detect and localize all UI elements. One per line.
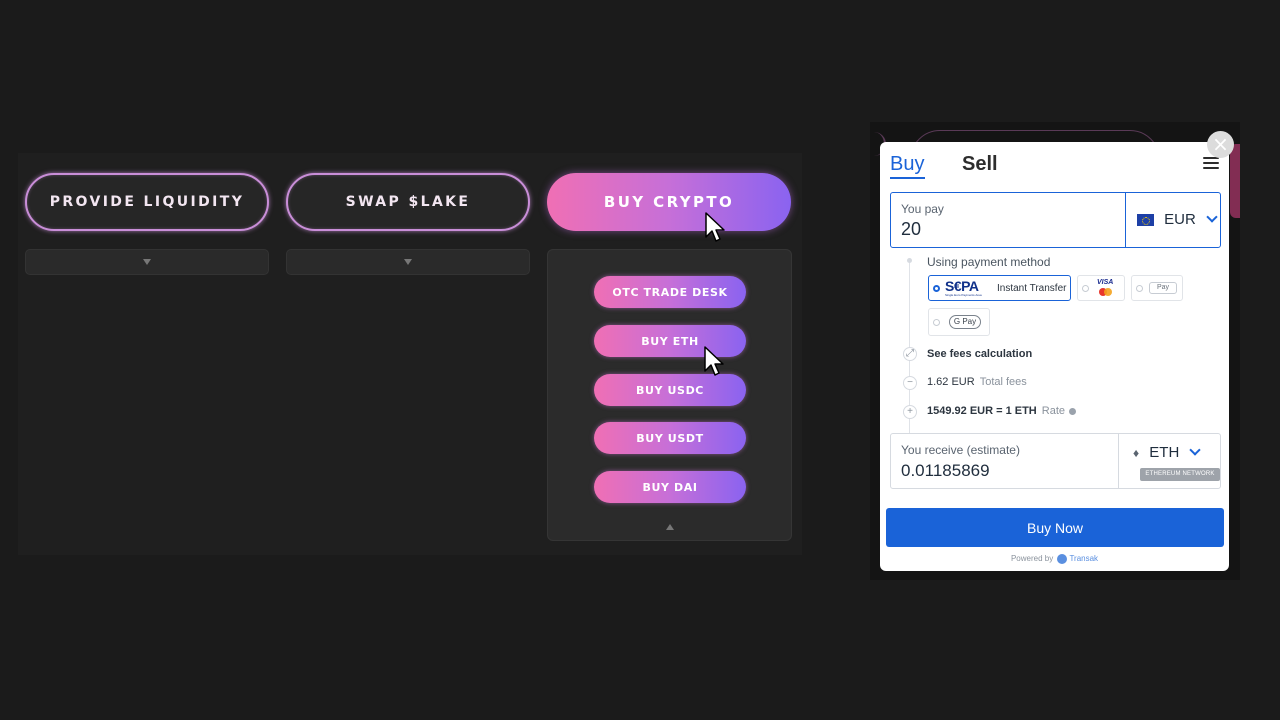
sepa-logo: S€PA bbox=[945, 278, 979, 294]
google-pay-logo: G Pay bbox=[949, 315, 981, 329]
timeline-dot bbox=[907, 258, 912, 263]
payment-option-sepa[interactable]: S€PA Single Euro Payments Area Instant T… bbox=[928, 275, 1071, 301]
provide-liquidity-expand-toggle[interactable] bbox=[25, 249, 269, 275]
provide-liquidity-button[interactable]: PROVIDE LIQUIDITY bbox=[25, 173, 269, 231]
buy-dai-button[interactable]: BUY DAI bbox=[594, 471, 746, 503]
total-fees-row: 1.62 EUR Total fees bbox=[927, 376, 1027, 388]
buy-crypto-button[interactable]: BUY CRYPTO bbox=[547, 173, 791, 231]
chevron-down-icon bbox=[1189, 444, 1202, 456]
info-icon[interactable] bbox=[1069, 407, 1077, 415]
sepa-tagline: Single Euro Payments Area bbox=[945, 293, 982, 297]
powered-by-label: Powered by bbox=[1010, 554, 1054, 564]
tab-sell[interactable]: Sell bbox=[962, 153, 998, 176]
provider-name[interactable]: Transak bbox=[1069, 554, 1098, 563]
background-decoration bbox=[1230, 144, 1240, 218]
buy-now-button[interactable]: Buy Now bbox=[886, 508, 1224, 547]
transak-widget: Buy Sell You pay 20 EUR Using payment me… bbox=[880, 142, 1229, 571]
payment-method-label: Using payment method bbox=[927, 255, 1051, 269]
instant-transfer-label: Instant Transfer bbox=[997, 283, 1067, 294]
you-receive-label: You receive (estimate) bbox=[901, 443, 1020, 457]
payment-option-google-pay[interactable]: G Pay bbox=[928, 308, 990, 336]
minus-icon: − bbox=[903, 376, 917, 390]
you-receive-value: 0.01185869 bbox=[901, 461, 990, 480]
field-divider bbox=[1125, 193, 1126, 247]
total-fees-label: Total fees bbox=[979, 376, 1027, 388]
buy-eth-button[interactable]: BUY ETH bbox=[594, 325, 746, 357]
buy-usdt-button[interactable]: BUY USDT bbox=[594, 422, 746, 454]
powered-by-footer: Powered by Transak bbox=[880, 554, 1229, 564]
swap-lake-button[interactable]: SWAP $LAKE bbox=[286, 173, 530, 231]
otc-trade-desk-button[interactable]: OTC TRADE DESK bbox=[594, 276, 746, 308]
chevron-up-icon bbox=[665, 524, 674, 530]
transak-logo-icon bbox=[1057, 554, 1068, 564]
swap-lake-expand-toggle[interactable] bbox=[286, 249, 530, 275]
chevron-down-icon bbox=[404, 259, 412, 265]
expand-icon: ⤢ bbox=[903, 347, 917, 361]
you-pay-input[interactable]: 20 bbox=[901, 219, 921, 240]
you-receive-field: You receive (estimate) 0.01185869 ♦ ETH … bbox=[890, 433, 1221, 489]
fiat-currency-select[interactable]: EUR bbox=[1137, 211, 1218, 228]
radio-unselected bbox=[1136, 285, 1143, 292]
buy-crypto-dropdown: OTC TRADE DESK BUY ETH BUY USDC BUY USDT… bbox=[547, 249, 792, 541]
buy-crypto-collapse-toggle[interactable] bbox=[548, 522, 791, 532]
crypto-currency-code: ETH bbox=[1149, 444, 1180, 461]
payment-option-apple-pay[interactable]: Pay bbox=[1131, 275, 1183, 301]
radio-selected bbox=[933, 285, 940, 292]
total-fees-value: 1.62 EUR bbox=[927, 376, 975, 388]
fiat-currency-code: EUR bbox=[1164, 211, 1196, 228]
payment-option-card[interactable]: VISA bbox=[1077, 275, 1125, 301]
radio-unselected bbox=[933, 319, 940, 326]
chevron-down-icon bbox=[143, 259, 151, 265]
menu-icon[interactable] bbox=[1203, 157, 1219, 171]
field-divider bbox=[1118, 434, 1119, 488]
buy-usdc-button[interactable]: BUY USDC bbox=[594, 374, 746, 406]
radio-unselected bbox=[1082, 285, 1089, 292]
you-pay-label: You pay bbox=[901, 202, 944, 216]
crypto-currency-select[interactable]: ♦ ETH bbox=[1133, 444, 1202, 461]
apple-pay-logo: Pay bbox=[1149, 282, 1177, 294]
network-badge: ETHEREUM NETWORK bbox=[1140, 468, 1220, 481]
eu-flag-icon bbox=[1137, 214, 1154, 227]
tab-buy[interactable]: Buy bbox=[890, 153, 924, 176]
active-tab-indicator bbox=[890, 177, 925, 179]
rate-row: 1549.92 EUR = 1 ETH Rate bbox=[927, 405, 1077, 417]
see-fees-link[interactable]: See fees calculation bbox=[927, 348, 1032, 360]
plus-icon: + bbox=[903, 405, 917, 419]
transak-modal-overlay: Buy Sell You pay 20 EUR Using payment me… bbox=[870, 122, 1240, 580]
visa-logo: VISA bbox=[1097, 279, 1114, 286]
chevron-down-icon bbox=[1206, 211, 1218, 223]
mastercard-logo bbox=[1104, 288, 1112, 296]
rate-label: Rate bbox=[1041, 405, 1066, 417]
ethereum-icon: ♦ bbox=[1133, 446, 1140, 460]
close-icon[interactable]: × bbox=[1207, 131, 1234, 158]
lake-actions-panel: PROVIDE LIQUIDITY SWAP $LAKE BUY CRYPTO … bbox=[18, 153, 802, 555]
you-pay-field: You pay 20 EUR bbox=[890, 192, 1221, 248]
rate-value: 1549.92 EUR = 1 ETH bbox=[927, 405, 1037, 417]
